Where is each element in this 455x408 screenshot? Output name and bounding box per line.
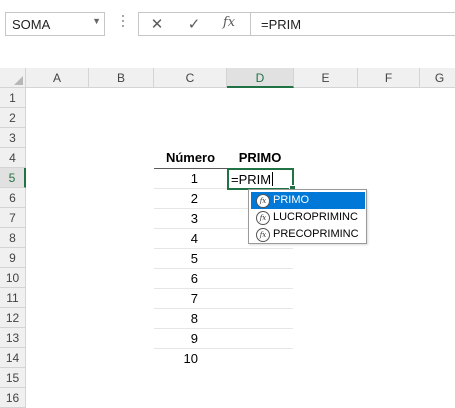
column-header-c[interactable]: C xyxy=(154,68,227,88)
table-row-divider xyxy=(154,268,293,269)
active-cell-text: =PRIM xyxy=(231,172,272,187)
row-header-14[interactable]: 14 xyxy=(0,348,26,368)
row-header-13[interactable]: 13 xyxy=(0,328,26,348)
row-header-7[interactable]: 7 xyxy=(0,208,26,228)
numero-cell[interactable]: 3 xyxy=(148,211,198,226)
formula-bar: SOMA ▼ ✕ ✓ fx =PRIM xyxy=(0,0,455,50)
row-header-15[interactable]: 15 xyxy=(0,368,26,388)
numero-cell[interactable]: 10 xyxy=(148,351,198,366)
row-header-1[interactable]: 1 xyxy=(0,88,26,108)
row-header-3[interactable]: 3 xyxy=(0,128,26,148)
name-box[interactable]: SOMA ▼ xyxy=(5,12,105,36)
function-icon: fx xyxy=(256,211,270,225)
cancel-icon[interactable]: ✕ xyxy=(147,15,167,33)
chevron-down-icon[interactable]: ▼ xyxy=(92,16,101,26)
row-header-8[interactable]: 8 xyxy=(0,228,26,248)
table-row-divider xyxy=(154,248,293,249)
numero-cell[interactable]: 5 xyxy=(148,251,198,266)
row-header-4[interactable]: 4 xyxy=(0,148,26,168)
autocomplete-item-label: PRECOPRIMINC xyxy=(273,228,359,240)
column-header-f[interactable]: F xyxy=(358,68,420,88)
autocomplete-item-label: PRIMO xyxy=(273,194,310,206)
autocomplete-item-precoprimincs[interactable]: fx PRECOPRIMINC xyxy=(251,226,365,243)
row-header-11[interactable]: 11 xyxy=(0,288,26,308)
autocomplete-item-primo[interactable]: fx PRIMO xyxy=(251,192,365,209)
autocomplete-item-label: LUCROPRIMINC xyxy=(273,211,358,223)
text-caret xyxy=(272,172,274,186)
row-header-2[interactable]: 2 xyxy=(0,108,26,128)
function-icon: fx xyxy=(256,228,270,242)
function-autocomplete-list: fx PRIMO fx LUCROPRIMINC fx PRECOPRIMINC xyxy=(248,189,367,244)
table-row-divider xyxy=(154,308,293,309)
select-all-corner[interactable] xyxy=(0,68,26,88)
column-header-b[interactable]: B xyxy=(89,68,154,88)
column-header-a[interactable]: A xyxy=(26,68,89,88)
header-primo: PRIMO xyxy=(238,150,282,165)
active-cell-d5[interactable]: =PRIM xyxy=(227,168,296,192)
row-header-12[interactable]: 12 xyxy=(0,308,26,328)
autocomplete-item-lucroprimincs[interactable]: fx LUCROPRIMINC xyxy=(251,209,365,226)
header-numero: Número xyxy=(165,150,216,165)
table-row-divider xyxy=(154,328,293,329)
numero-cell[interactable]: 8 xyxy=(148,311,198,326)
numero-cell[interactable]: 2 xyxy=(148,191,198,206)
formula-buttons: ✕ ✓ fx xyxy=(138,12,250,36)
row-header-6[interactable]: 6 xyxy=(0,188,26,208)
table-row-divider xyxy=(154,348,293,349)
row-header-9[interactable]: 9 xyxy=(0,248,26,268)
function-icon: fx xyxy=(256,194,270,208)
numero-cell[interactable]: 9 xyxy=(148,331,198,346)
numero-cell[interactable]: 1 xyxy=(148,171,198,186)
column-header-e[interactable]: E xyxy=(294,68,358,88)
numero-cell[interactable]: 7 xyxy=(148,291,198,306)
grip-icon[interactable] xyxy=(122,15,125,33)
enter-check-icon[interactable]: ✓ xyxy=(184,15,204,33)
table-row-divider xyxy=(154,288,293,289)
column-header-d[interactable]: D xyxy=(227,68,294,88)
numero-cell[interactable]: 4 xyxy=(148,231,198,246)
column-header-g[interactable]: G xyxy=(420,68,455,88)
formula-text: =PRIM xyxy=(261,17,302,32)
formula-input[interactable]: =PRIM xyxy=(250,12,455,36)
name-box-value: SOMA xyxy=(12,17,51,32)
row-header-10[interactable]: 10 xyxy=(0,268,26,288)
row-header-5[interactable]: 5 xyxy=(0,168,26,188)
numero-cell[interactable]: 6 xyxy=(148,271,198,286)
row-header-16[interactable]: 16 xyxy=(0,388,26,408)
insert-function-icon[interactable]: fx xyxy=(219,15,239,33)
